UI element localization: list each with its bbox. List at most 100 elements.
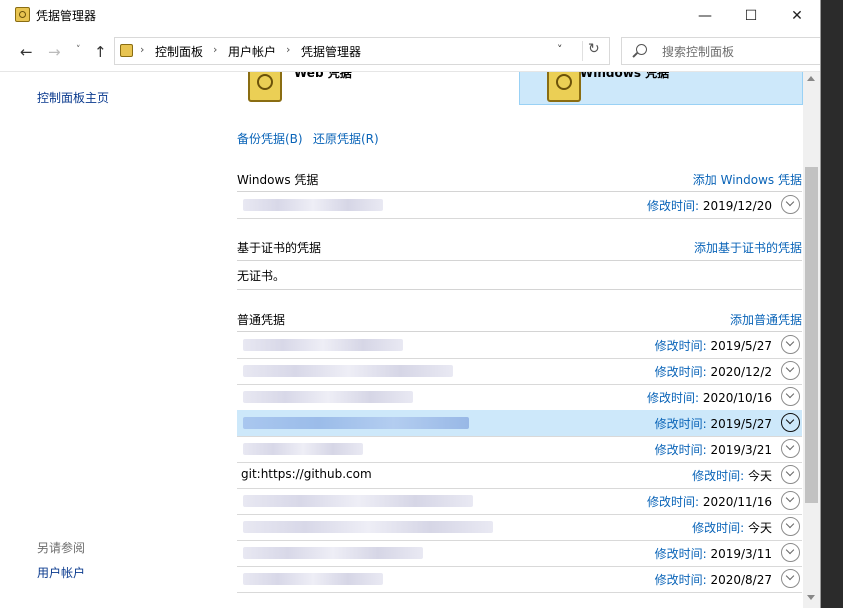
modified-label: 修改时间: <box>654 365 707 379</box>
breadcrumb-user-accounts[interactable]: 用户帐户 <box>228 43 276 60</box>
scroll-down-arrow-icon[interactable] <box>807 595 815 600</box>
chevron-down-icon[interactable] <box>781 361 800 380</box>
minimize-button[interactable]: — <box>682 0 728 31</box>
windows-credentials-heading: Windows 凭据 <box>237 173 319 187</box>
breadcrumb-credential-manager[interactable]: 凭据管理器 <box>301 43 361 60</box>
modified-date: 2020/10/16 <box>702 391 772 405</box>
search-box[interactable]: 搜索控制面板 <box>621 37 820 65</box>
modified-date: 2020/11/16 <box>702 495 772 509</box>
generic-credential-row[interactable]: 修改时间: 2020/8/27 <box>237 566 802 593</box>
breadcrumb-separator[interactable]: › <box>140 43 144 56</box>
generic-credential-row[interactable]: 修改时间: 2019/3/21 <box>237 436 802 463</box>
control-panel-home-link[interactable]: 控制面板主页 <box>37 89 109 106</box>
credential-modified: 修改时间: 2019/5/27 <box>655 415 772 432</box>
redacted-name <box>243 365 453 377</box>
add-certificate-credential-link[interactable]: 添加基于证书的凭据 <box>694 239 802 256</box>
breadcrumb-separator[interactable]: › <box>286 43 290 56</box>
up-button[interactable]: ↑ <box>94 43 107 61</box>
chevron-down-icon[interactable] <box>781 335 800 354</box>
left-pane: 控制面板主页 另请参阅 用户帐户 <box>0 72 222 608</box>
modified-date: 2019/12/20 <box>702 199 772 213</box>
credential-modified: 修改时间: 2020/8/27 <box>655 571 772 588</box>
web-credentials-label: Web 凭据 <box>294 72 352 80</box>
modified-date: 2019/3/11 <box>710 547 772 561</box>
modified-label: 修改时间: <box>692 521 745 535</box>
forward-button[interactable]: → <box>48 43 61 61</box>
search-input[interactable]: 搜索控制面板 <box>662 43 734 60</box>
web-credentials-tile[interactable]: Web 凭据 <box>248 72 508 104</box>
redacted-name <box>243 391 413 403</box>
generic-credential-row[interactable]: 修改时间: 今天 <box>237 514 802 541</box>
modified-date: 2020/12/2 <box>710 365 772 379</box>
modified-label: 修改时间: <box>646 199 699 213</box>
chevron-down-icon[interactable] <box>781 439 800 458</box>
redacted-name <box>243 199 383 211</box>
redacted-name <box>243 547 423 559</box>
generic-credential-row[interactable]: git:https://github.com 修改时间: 今天 <box>237 462 802 489</box>
generic-credential-row[interactable]: 修改时间: 2019/3/11 <box>237 540 802 567</box>
address-toolbar: ← → ˅ ↑ › 控制面板 › 用户帐户 › 凭据管理器 ˅ ↻ 搜索控制面板 <box>0 31 820 72</box>
modified-date: 2019/3/21 <box>710 443 772 457</box>
add-generic-credential-link[interactable]: 添加普通凭据 <box>730 311 802 328</box>
redacted-name <box>243 495 473 507</box>
generic-credential-row[interactable]: 修改时间: 2020/12/2 <box>237 358 802 385</box>
add-windows-credential-link[interactable]: 添加 Windows 凭据 <box>693 171 802 188</box>
chevron-down-icon[interactable] <box>781 543 800 562</box>
maximize-button[interactable]: ☐ <box>728 0 774 31</box>
modified-label: 修改时间: <box>646 391 699 405</box>
address-dropdown-icon[interactable]: ˅ <box>557 43 563 56</box>
generic-credential-row-selected[interactable]: 修改时间: 2019/5/27 <box>237 410 802 437</box>
certificate-credentials-heading: 基于证书的凭据 <box>237 241 322 255</box>
scrollbar-thumb[interactable] <box>805 167 818 503</box>
refresh-icon[interactable]: ↻ <box>588 41 600 57</box>
redacted-name <box>243 573 383 585</box>
credential-manager-icon <box>120 44 133 57</box>
breadcrumb-separator[interactable]: › <box>213 43 217 56</box>
back-button[interactable]: ← <box>20 43 33 61</box>
modified-label: 修改时间: <box>654 573 707 587</box>
vault-icon <box>547 72 581 102</box>
credential-modified: 修改时间: 2019/5/27 <box>655 337 772 354</box>
windows-credentials-tile[interactable]: Windows 凭据 <box>519 72 803 105</box>
credential-manager-window: 凭据管理器 — ☐ ✕ ← → ˅ ↑ › 控制面板 › 用户帐户 › 凭据管理… <box>0 0 821 608</box>
chevron-down-icon[interactable] <box>781 465 800 484</box>
see-also-heading: 另请参阅 <box>37 541 86 555</box>
modified-label: 修改时间: <box>654 339 707 353</box>
credential-modified: 修改时间: 2019/3/11 <box>655 545 772 562</box>
chevron-down-icon[interactable] <box>781 517 800 536</box>
generic-credential-row[interactable]: 修改时间: 2020/11/16 <box>237 488 802 515</box>
windows-credential-row[interactable]: 修改时间: 2019/12/20 <box>237 192 802 219</box>
chevron-down-icon[interactable] <box>781 195 800 214</box>
vertical-scrollbar[interactable] <box>803 72 820 608</box>
chevron-down-icon[interactable] <box>781 413 800 432</box>
close-button[interactable]: ✕ <box>774 0 820 31</box>
modified-label: 修改时间: <box>646 495 699 509</box>
generic-credential-row[interactable]: 修改时间: 2020/10/16 <box>237 384 802 411</box>
breadcrumb-control-panel[interactable]: 控制面板 <box>155 43 203 60</box>
modified-date: 2019/5/27 <box>710 339 772 353</box>
credential-modified: 修改时间: 今天 <box>692 519 772 536</box>
redacted-name <box>243 443 363 455</box>
credential-modified: 修改时间: 2019/3/21 <box>655 441 772 458</box>
modified-label: 修改时间: <box>654 547 707 561</box>
modified-date: 2019/5/27 <box>710 417 772 431</box>
redacted-name <box>243 521 493 533</box>
address-bar[interactable]: › 控制面板 › 用户帐户 › 凭据管理器 ˅ ↻ <box>114 37 610 65</box>
chevron-down-icon[interactable] <box>781 569 800 588</box>
backup-credentials-link[interactable]: 备份凭据(B) <box>237 130 303 147</box>
redacted-name <box>243 339 403 351</box>
chevron-down-icon[interactable] <box>781 387 800 406</box>
credential-manager-icon <box>15 7 30 22</box>
windows-credentials-label: Windows 凭据 <box>580 72 670 80</box>
modified-label: 修改时间: <box>654 443 707 457</box>
title-bar[interactable]: 凭据管理器 — ☐ ✕ <box>0 0 820 31</box>
user-accounts-link[interactable]: 用户帐户 <box>37 564 85 581</box>
restore-credentials-link[interactable]: 还原凭据(R) <box>313 130 379 147</box>
scroll-up-arrow-icon[interactable] <box>807 76 815 81</box>
no-certificates-text: 无证书。 <box>237 269 286 283</box>
credential-name: git:https://github.com <box>241 467 372 481</box>
chevron-down-icon[interactable] <box>781 491 800 510</box>
generic-credential-row[interactable]: 修改时间: 2019/5/27 <box>237 332 802 359</box>
recent-locations-button[interactable]: ˅ <box>76 45 81 55</box>
credential-modified: 修改时间: 2020/10/16 <box>647 389 772 406</box>
